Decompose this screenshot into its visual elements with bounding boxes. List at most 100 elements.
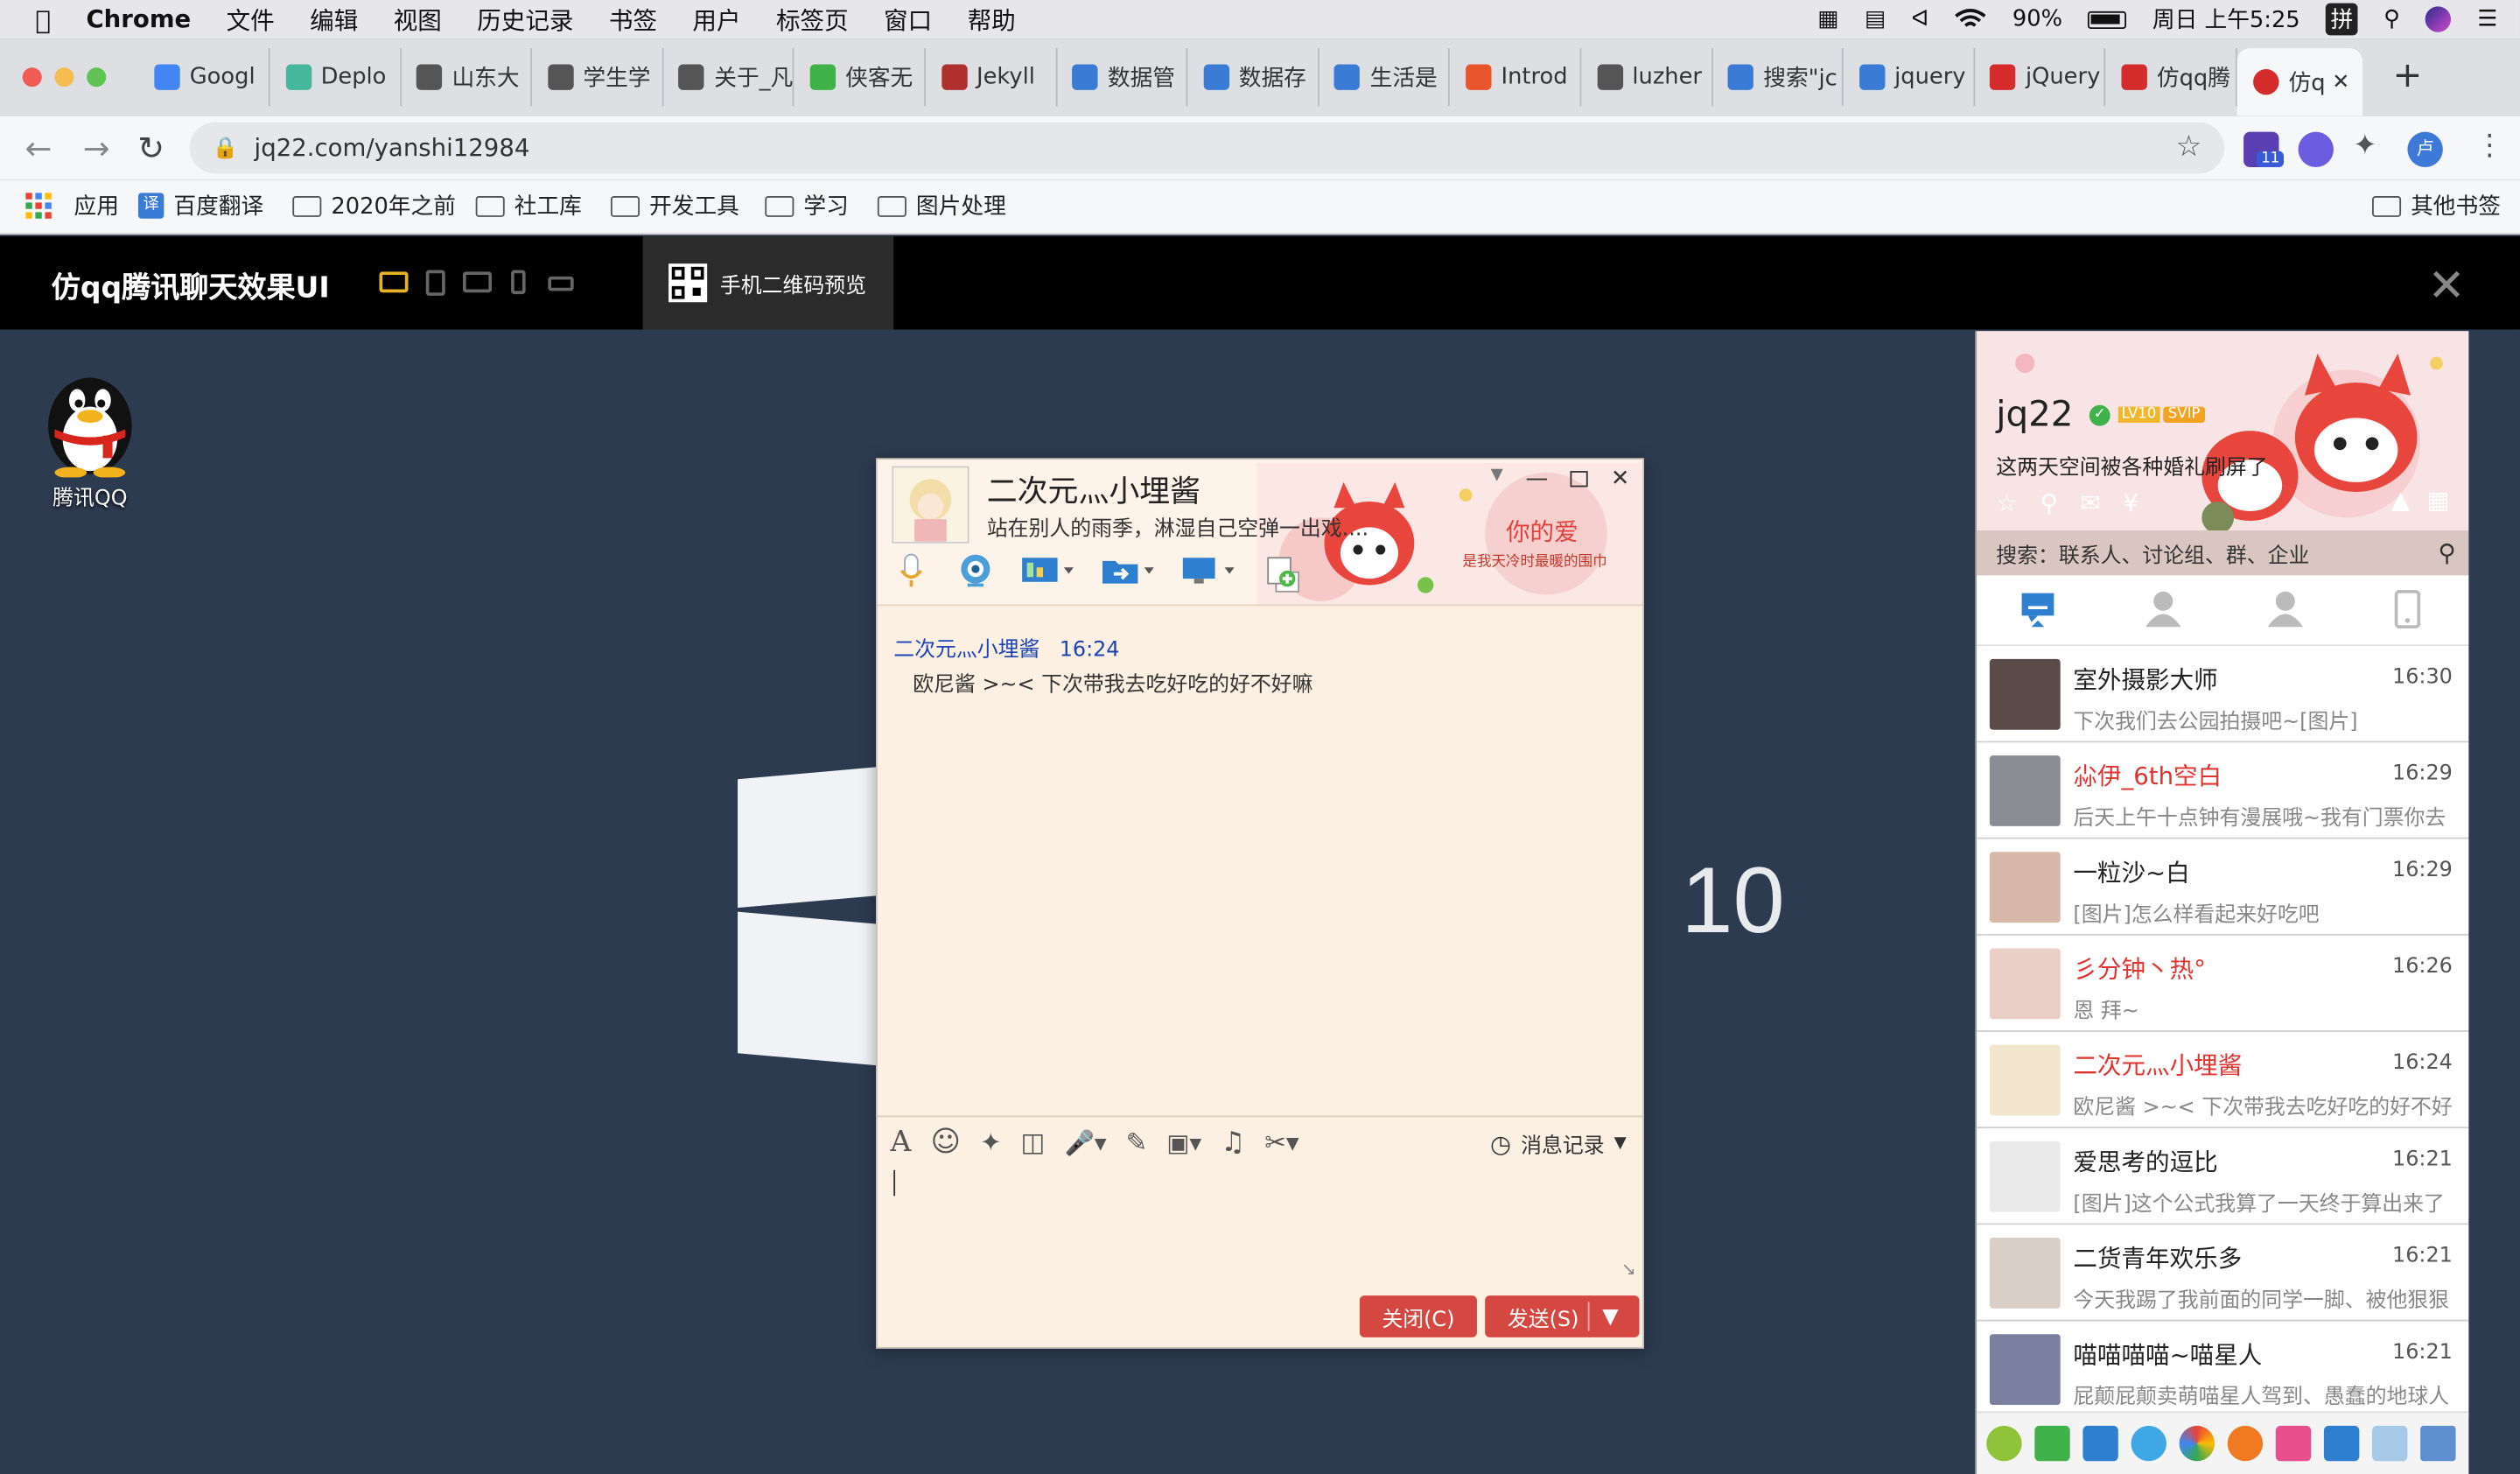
search-icon[interactable]: ⚲: [2438, 538, 2455, 567]
resize-grip-icon[interactable]: ↘: [1621, 1259, 1636, 1280]
tab-1[interactable]: Deplo: [270, 48, 402, 107]
voice-call-icon[interactable]: [891, 550, 933, 592]
app-footer-icon-9[interactable]: [2372, 1425, 2408, 1462]
phone-landscape-preview-icon[interactable]: [548, 276, 574, 291]
chrome-menu-icon[interactable]: ⋮: [2475, 129, 2504, 163]
wifi-icon[interactable]: [1955, 8, 1987, 31]
tab-5[interactable]: 侠客无: [794, 48, 926, 107]
bookmark-folder-images[interactable]: 图片处理: [877, 190, 1006, 222]
apple-menu-icon[interactable]: : [35, 4, 51, 35]
send-message-button[interactable]: 发送(S) ▼: [1485, 1295, 1640, 1337]
mail-icon[interactable]: ✉: [2081, 488, 2101, 517]
menu-file[interactable]: 文件: [227, 3, 275, 37]
screenshot-frame-icon[interactable]: ◫: [1021, 1127, 1046, 1157]
video-call-icon[interactable]: [955, 550, 997, 592]
tab-9[interactable]: 生活是: [1319, 48, 1451, 107]
screen-share-icon[interactable]: [1018, 550, 1076, 592]
panel-search-bar[interactable]: 搜索：联系人、讨论组、群、企业 ⚲: [1977, 530, 2469, 576]
font-icon[interactable]: A: [891, 1125, 912, 1159]
profile-avatar[interactable]: 卢: [2407, 131, 2443, 167]
contact-avatar[interactable]: [1989, 1334, 2061, 1406]
reload-button[interactable]: ↻: [132, 116, 171, 179]
siri-icon[interactable]: [2426, 6, 2452, 32]
star-icon[interactable]: ☆: [1996, 488, 2018, 517]
url-text[interactable]: jq22.com/yanshi12984: [255, 133, 530, 162]
menu-bookmarks[interactable]: 书签: [609, 3, 657, 37]
close-window-button[interactable]: [22, 67, 42, 88]
message-history-button[interactable]: ◷ 消息记录 ▼: [1490, 1128, 1627, 1159]
bookmark-apps[interactable]: 应用: [25, 190, 119, 222]
tablet-preview-icon[interactable]: [425, 270, 445, 296]
tab-8[interactable]: 数据存: [1187, 48, 1320, 107]
contact-row[interactable]: 二货青年欢乐多 16:21 今天我踢了我前面的同学一脚、被他狠狠: [1977, 1225, 2469, 1322]
back-button[interactable]: ←: [19, 116, 58, 179]
contact-avatar[interactable]: [1989, 852, 2061, 923]
remote-desktop-icon[interactable]: [1180, 550, 1237, 592]
contact-row[interactable]: 二次元灬小埋酱 16:24 欧尼酱 >~< 下次带我去吃好吃的好不好: [1977, 1031, 2469, 1129]
tab-13[interactable]: jquery: [1843, 48, 1975, 107]
desktop-qq-shortcut[interactable]: 腾讯QQ: [29, 361, 151, 511]
bookmark-folder-2020[interactable]: 2020年之前: [292, 190, 456, 222]
tab-active[interactable]: 仿q ✕: [2236, 48, 2362, 116]
search-tool-icon[interactable]: ⚲: [2040, 488, 2058, 517]
tab-11[interactable]: luzher: [1581, 48, 1713, 107]
panel-signature[interactable]: 这两天空间被各种婚礼刷屏了: [1996, 450, 2267, 481]
scissors-icon[interactable]: ✂▾: [1264, 1127, 1298, 1157]
app-footer-icon-3[interactable]: [2082, 1425, 2118, 1462]
bookmark-folder-study[interactable]: 学习: [765, 190, 849, 222]
spotlight-search-icon[interactable]: ⚲: [2384, 6, 2400, 32]
contact-row[interactable]: 喵喵喵喵~喵星人 16:21 屁颠屁颠卖萌喵星人驾到、愚蠢的地球人: [1977, 1321, 2469, 1418]
app-footer-icon-5[interactable]: [2179, 1425, 2216, 1462]
app-footer-icon-7[interactable]: [2275, 1425, 2312, 1462]
send-image-icon[interactable]: ▣▾: [1166, 1127, 1201, 1156]
wallet-icon[interactable]: ¥: [2123, 488, 2138, 517]
tab-14[interactable]: jQuery: [1974, 48, 2106, 107]
contact-row[interactable]: 尛伊_6th空白 16:29 后天上午十点钟有漫展哦~我有门票你去: [1977, 742, 2469, 839]
bookmark-baidu-translate[interactable]: 译 百度翻译: [137, 190, 263, 222]
tab-15[interactable]: 仿qq腾: [2105, 48, 2237, 107]
forward-button[interactable]: →: [77, 116, 116, 179]
app-extensions-icon[interactable]: [1260, 550, 1302, 592]
tablet-landscape-preview-icon[interactable]: [462, 271, 493, 293]
bookmark-folder-sgk[interactable]: 社工库: [475, 190, 582, 222]
tab-mobile-icon[interactable]: [2388, 588, 2426, 630]
clock[interactable]: 周日 上午5:25: [2152, 4, 2300, 36]
tab-7[interactable]: 数据管: [1056, 48, 1188, 107]
bookmark-other[interactable]: 其他书签: [2372, 190, 2501, 222]
app-manager-icon[interactable]: ▦: [2426, 486, 2449, 515]
app-footer-icon-10[interactable]: [2420, 1425, 2456, 1462]
app-footer-icon-2[interactable]: [2034, 1425, 2070, 1462]
bluetooth-icon[interactable]: ᐊ: [1912, 6, 1929, 32]
shake-icon[interactable]: ✦: [980, 1127, 1002, 1157]
tab-0[interactable]: Googl: [138, 48, 270, 107]
tab-12[interactable]: 搜索"jc: [1712, 48, 1844, 107]
app-footer-icon-4[interactable]: [2131, 1425, 2166, 1462]
chat-maximize-icon[interactable]: [1570, 471, 1589, 488]
contact-row[interactable]: 彡分钟丶热° 16:26 恩 拜~: [1977, 935, 2469, 1032]
contact-avatar[interactable]: [1989, 948, 2061, 1020]
close-preview-icon[interactable]: ✕: [2427, 259, 2465, 312]
qr-preview-button[interactable]: 手机二维码预览: [642, 235, 894, 330]
voice-message-icon[interactable]: 🎤▾: [1064, 1127, 1106, 1156]
menu-app-name[interactable]: Chrome: [86, 5, 191, 34]
contact-avatar[interactable]: [1989, 755, 2061, 826]
contact-avatar[interactable]: [1989, 1238, 2061, 1309]
zoom-window-button[interactable]: [87, 67, 107, 88]
message-input[interactable]: ↘: [878, 1167, 1642, 1280]
menu-edit[interactable]: 编辑: [310, 3, 358, 37]
tab-close-icon[interactable]: ✕: [2332, 70, 2349, 95]
chat-contact-avatar[interactable]: [892, 466, 970, 544]
tab-6[interactable]: Jekyll: [925, 48, 1057, 107]
input-method-icon[interactable]: 拼: [2326, 3, 2358, 36]
phone-preview-icon[interactable]: [511, 270, 526, 295]
tab-contacts-icon[interactable]: [2144, 588, 2182, 630]
contact-row[interactable]: 爱思考的逗比 16:21 [图片]这个公式我算了一天终于算出来了: [1977, 1128, 2469, 1225]
minimize-window-button[interactable]: [54, 67, 74, 88]
chat-minimize-icon[interactable]: —: [1526, 467, 1549, 492]
contact-avatar[interactable]: [1989, 658, 2061, 730]
edit-doc-icon[interactable]: ✎: [1126, 1127, 1148, 1157]
app-footer-icon-8[interactable]: [2323, 1425, 2360, 1462]
skin-icon[interactable]: ▲: [2391, 486, 2410, 515]
contact-avatar[interactable]: [1989, 1044, 2061, 1116]
contact-row[interactable]: 室外摄影大师 16:30 下次我们去公园拍摄吧~[图片]: [1977, 646, 2469, 743]
